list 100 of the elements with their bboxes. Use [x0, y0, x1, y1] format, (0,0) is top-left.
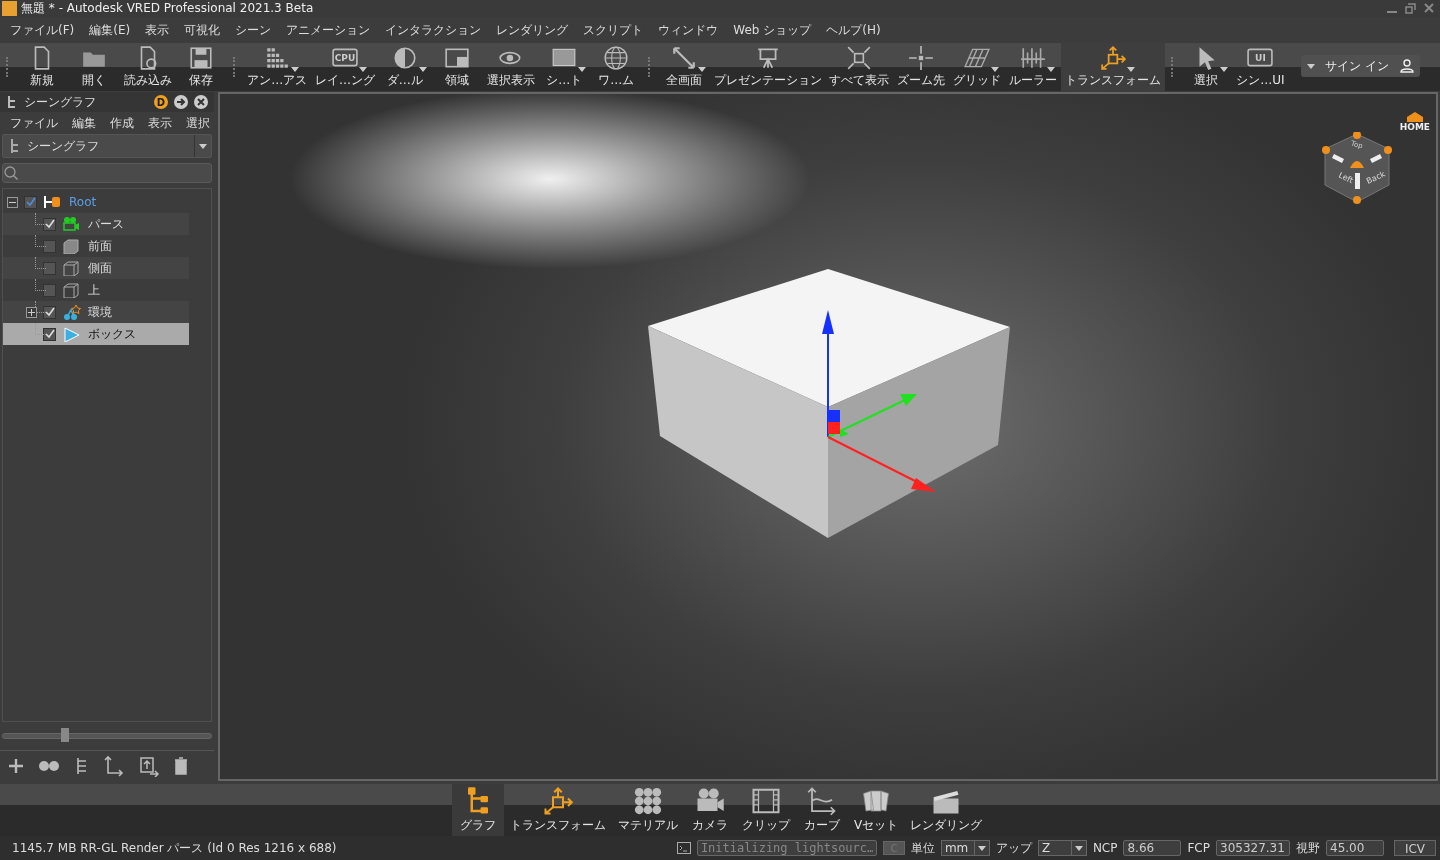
- toolbar-button[interactable]: 保存: [175, 43, 228, 91]
- menu-item[interactable]: 可視化: [184, 21, 221, 39]
- view-dropdown[interactable]: シーングラフ: [2, 134, 212, 158]
- toolbar-button[interactable]: ルーラー: [1005, 43, 1061, 91]
- toolbar-button[interactable]: 全画面: [658, 43, 710, 91]
- console-icon[interactable]: [676, 842, 691, 854]
- toolbar-button[interactable]: CPU レイ…ング: [311, 43, 379, 91]
- transform-gizmo-drawing[interactable]: [822, 310, 936, 492]
- menu-item[interactable]: レンダリング: [496, 21, 569, 39]
- arrow-icon[interactable]: [174, 95, 188, 109]
- tree-row[interactable]: 環境: [3, 301, 189, 323]
- view-cube-drawing[interactable]: [1322, 132, 1392, 204]
- triangle-node-icon: [62, 326, 82, 342]
- tree-row[interactable]: 上: [3, 279, 189, 301]
- search-field[interactable]: [2, 163, 212, 183]
- menu-item[interactable]: ファイル(F): [10, 21, 75, 39]
- up-axis-dropdown[interactable]: Z: [1037, 840, 1087, 856]
- node-label: 前面: [88, 237, 112, 255]
- checkbox[interactable]: [43, 305, 56, 319]
- icv-button[interactable]: ICV: [1394, 840, 1436, 856]
- toolbar-button[interactable]: アン…アス: [243, 43, 312, 91]
- expand-toggle[interactable]: [26, 306, 37, 318]
- tree-row[interactable]: パース: [3, 213, 189, 235]
- checkbox[interactable]: [43, 261, 56, 275]
- menu-item[interactable]: 表示: [148, 114, 172, 132]
- paste-icon[interactable]: [138, 755, 160, 777]
- user-icon: [1400, 59, 1415, 73]
- tree-row[interactable]: 前面: [3, 235, 189, 257]
- menu-item[interactable]: 選択: [186, 114, 210, 132]
- window-title: 無題 * - Autodesk VRED Professional 2021.3 Beta: [21, 0, 314, 17]
- menu-item[interactable]: 編集(E): [89, 21, 131, 39]
- d-badge[interactable]: D: [154, 95, 168, 109]
- sign-in-button[interactable]: サイン イン: [1300, 55, 1421, 77]
- list-icon[interactable]: [74, 757, 88, 775]
- toolbar-button[interactable]: グリッド: [949, 43, 1005, 91]
- toolbar-button[interactable]: プレゼンテーション: [709, 43, 826, 91]
- menu-item[interactable]: 作成: [110, 114, 134, 132]
- add-icon[interactable]: [8, 758, 24, 774]
- dock-tab[interactable]: トランスフォーム: [503, 784, 612, 836]
- axes-icon[interactable]: [102, 755, 124, 777]
- grid-bars-icon: [264, 45, 291, 71]
- toolbar-button[interactable]: シ…ト: [538, 43, 591, 91]
- environment-node-icon: [62, 304, 82, 320]
- dock-tab[interactable]: グラフ: [451, 784, 504, 836]
- menu-item[interactable]: ウィンドウ: [658, 21, 719, 39]
- checkbox[interactable]: [43, 327, 56, 341]
- dock-tab[interactable]: カーブ: [795, 784, 848, 836]
- close-icon[interactable]: [1424, 3, 1434, 13]
- menu-item[interactable]: スクリプト: [583, 21, 644, 39]
- toolbar-button[interactable]: ズーム先: [893, 43, 950, 91]
- dock-tab[interactable]: クリップ: [735, 784, 796, 836]
- root-node-icon: [43, 194, 63, 210]
- menu-item[interactable]: アニメーション: [286, 21, 371, 39]
- toolbar-button[interactable]: ワ…ム: [590, 43, 643, 91]
- menu-item[interactable]: 編集: [72, 114, 96, 132]
- checkbox[interactable]: [43, 283, 56, 297]
- toolbar-button[interactable]: UI シン…UI: [1232, 43, 1289, 91]
- toolbar-button[interactable]: 読み込み: [119, 43, 176, 91]
- fov-field[interactable]: 45.00: [1326, 840, 1384, 856]
- half-circle-icon: [391, 45, 418, 71]
- collapse-toggle[interactable]: [7, 196, 18, 208]
- node-label: Root: [69, 195, 97, 209]
- two-dots-icon[interactable]: [38, 760, 60, 772]
- menu-item[interactable]: ヘルプ(H): [826, 21, 881, 39]
- menu-item[interactable]: Web ショップ: [733, 21, 812, 39]
- ncp-field[interactable]: 8.66: [1123, 840, 1182, 856]
- node-label: 側面: [88, 259, 112, 277]
- tree-row[interactable]: Root: [3, 191, 189, 213]
- unit-dropdown[interactable]: mm: [940, 840, 990, 856]
- curve-axes-icon: [806, 786, 837, 816]
- toolbar-button[interactable]: ダ…ル: [378, 43, 431, 91]
- restore-icon[interactable]: [1405, 3, 1416, 14]
- checkbox[interactable]: [43, 239, 56, 253]
- dock-tab[interactable]: マテリアル: [611, 784, 684, 836]
- zoom-slider[interactable]: [2, 728, 212, 744]
- trash-icon[interactable]: [174, 757, 188, 775]
- dock-tab[interactable]: レンダリング: [904, 784, 989, 836]
- menu-item[interactable]: インタラクション: [385, 21, 482, 39]
- toolbar-button[interactable]: 開く: [67, 43, 120, 91]
- tree-row[interactable]: ボックス: [3, 323, 189, 345]
- close-icon[interactable]: [194, 95, 208, 109]
- menu-item[interactable]: シーン: [235, 21, 272, 39]
- icon-label: UI: [1254, 53, 1267, 63]
- tree-row[interactable]: 側面: [3, 257, 189, 279]
- dock-tab[interactable]: カメラ: [683, 784, 736, 836]
- checkbox[interactable]: [24, 195, 37, 209]
- menu-item[interactable]: 表示: [145, 21, 170, 39]
- toolbar-button[interactable]: 選択表示: [482, 43, 539, 91]
- checkbox[interactable]: [43, 217, 56, 231]
- fcp-field[interactable]: 305327.31: [1216, 840, 1290, 856]
- node-label: パース: [88, 215, 124, 233]
- toolbar-button[interactable]: トランスフォーム: [1060, 43, 1165, 91]
- toolbar-button[interactable]: 新規: [16, 43, 68, 91]
- menu-item[interactable]: ファイル: [10, 114, 58, 132]
- home-button[interactable]: HOME: [1399, 112, 1430, 132]
- toolbar-button[interactable]: 領域: [430, 43, 483, 91]
- ruler-icon: [1019, 45, 1046, 71]
- dock-tab[interactable]: Vセット: [847, 784, 905, 836]
- toolbar-button[interactable]: 選択: [1180, 43, 1233, 91]
- toolbar-button[interactable]: すべて表示: [825, 43, 894, 91]
